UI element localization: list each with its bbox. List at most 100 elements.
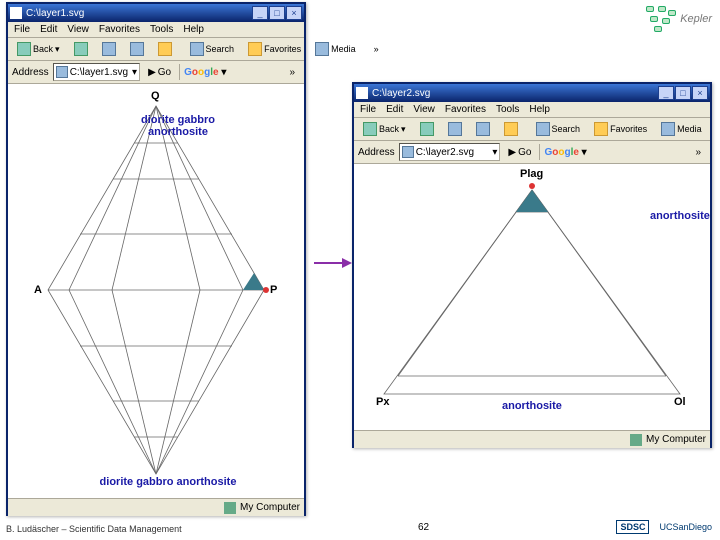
file-icon [56,66,68,78]
status-text: My Computer [646,434,706,445]
menu-edit[interactable]: Edit [40,24,57,35]
toolbar: Back ▾ Search Favorites Media » [354,118,710,141]
menu-favorites[interactable]: Favorites [445,104,486,115]
file-icon [402,146,414,158]
back-icon [17,42,31,56]
forward-icon [74,42,88,56]
search-button[interactable]: Search [185,40,240,58]
vertex-p: P [270,284,277,296]
close-button[interactable]: × [692,86,708,100]
menu-help[interactable]: Help [183,24,204,35]
statusbar: My Computer [354,430,710,448]
vertex-a: A [34,284,42,296]
menu-help[interactable]: Help [529,104,550,115]
computer-icon [224,502,236,514]
menubar: File Edit View Favorites Tools Help [8,22,304,38]
stop-button[interactable] [97,40,121,58]
address-label: Address [358,147,395,158]
home-button[interactable] [153,40,177,58]
refresh-button[interactable] [471,120,495,138]
home-icon [504,122,518,136]
ie-icon [10,7,22,19]
maximize-button[interactable]: □ [269,6,285,20]
bottom-logos: SDSC UCSanDiego [616,520,712,534]
favorites-icon [248,42,262,56]
kepler-logo-icon [646,6,676,32]
rock-title: diorite gabbro anorthosite [118,114,238,138]
address-value: C:\layer1.svg [70,67,128,78]
diagram-svg [354,164,710,430]
media-button[interactable]: Media [656,120,707,138]
vertex-plag: Plag [520,168,543,180]
forward-icon [420,122,434,136]
menu-tools[interactable]: Tools [150,24,173,35]
viewport: Q A P diorite gabbro anorthosite diorite… [8,84,304,498]
kepler-label: Kepler [680,13,712,25]
stop-icon [102,42,116,56]
maximize-button[interactable]: □ [675,86,691,100]
addrbar-more[interactable]: » [284,65,300,80]
media-icon [661,122,675,136]
window-title: C:\layer2.svg [372,88,658,99]
home-button[interactable] [499,120,523,138]
menu-favorites[interactable]: Favorites [99,24,140,35]
stop-button[interactable] [443,120,467,138]
close-button[interactable]: × [286,6,302,20]
dropdown-icon[interactable]: ▾ [492,147,497,158]
media-icon [315,42,329,56]
minimize-button[interactable]: _ [658,86,674,100]
titlebar[interactable]: C:\layer1.svg _ □ × [8,4,304,22]
forward-button[interactable] [415,120,439,138]
toolbar-more[interactable]: » [715,122,720,136]
ucsd-logo: UCSanDiego [659,522,712,532]
browser-window-1: C:\layer1.svg _ □ × File Edit View Favor… [6,2,306,516]
back-button[interactable]: Back ▾ [358,120,411,138]
google-toolbar[interactable]: Google ▾ [184,67,226,78]
go-button[interactable]: ▶ Go [504,146,535,159]
menubar: File Edit View Favorites Tools Help [354,102,710,118]
search-icon [190,42,204,56]
favorites-button[interactable]: Favorites [243,40,306,58]
transition-arrow-icon [312,256,352,270]
go-button[interactable]: ▶ Go [144,66,175,79]
favorites-button[interactable]: Favorites [589,120,652,138]
addrbar-more[interactable]: » [690,145,706,160]
menu-file[interactable]: File [14,24,30,35]
dropdown-icon[interactable]: ▾ [132,67,137,78]
diagram-svg [8,84,304,498]
toolbar-more[interactable]: » [369,42,384,56]
label-anorthosite: anorthosite [650,210,710,222]
sdsc-logo: SDSC [616,520,649,534]
minimize-button[interactable]: _ [252,6,268,20]
search-icon [536,122,550,136]
statusbar: My Computer [8,498,304,516]
computer-icon [630,434,642,446]
kepler-branding: Kepler [646,6,712,32]
back-button[interactable]: Back ▾ [12,40,65,58]
search-button[interactable]: Search [531,120,586,138]
address-input[interactable]: C:\layer1.svg ▾ [53,63,140,81]
ie-icon [356,87,368,99]
vertex-px: Px [376,396,389,408]
slide-number: 62 [418,522,429,533]
forward-button[interactable] [69,40,93,58]
window-title: C:\layer1.svg [26,8,252,19]
label-bottom-anorthosite: anorthosite [502,400,562,412]
menu-tools[interactable]: Tools [496,104,519,115]
refresh-button[interactable] [125,40,149,58]
menu-view[interactable]: View [413,104,435,115]
addressbar: Address C:\layer2.svg ▾ ▶ Go Google ▾ » [354,141,710,164]
stop-icon [448,122,462,136]
menu-file[interactable]: File [360,104,376,115]
footer-credit: B. Ludäscher – Scientific Data Managemen… [6,524,182,534]
addressbar: Address C:\layer1.svg ▾ ▶ Go Google ▾ » [8,61,304,84]
media-button[interactable]: Media [310,40,361,58]
favorites-icon [594,122,608,136]
menu-view[interactable]: View [67,24,89,35]
titlebar[interactable]: C:\layer2.svg _ □ × [354,84,710,102]
status-text: My Computer [240,502,300,513]
address-input[interactable]: C:\layer2.svg ▾ [399,143,501,161]
google-toolbar[interactable]: Google ▾ [544,147,586,158]
toolbar: Back ▾ Search Favorites Media » [8,38,304,61]
menu-edit[interactable]: Edit [386,104,403,115]
